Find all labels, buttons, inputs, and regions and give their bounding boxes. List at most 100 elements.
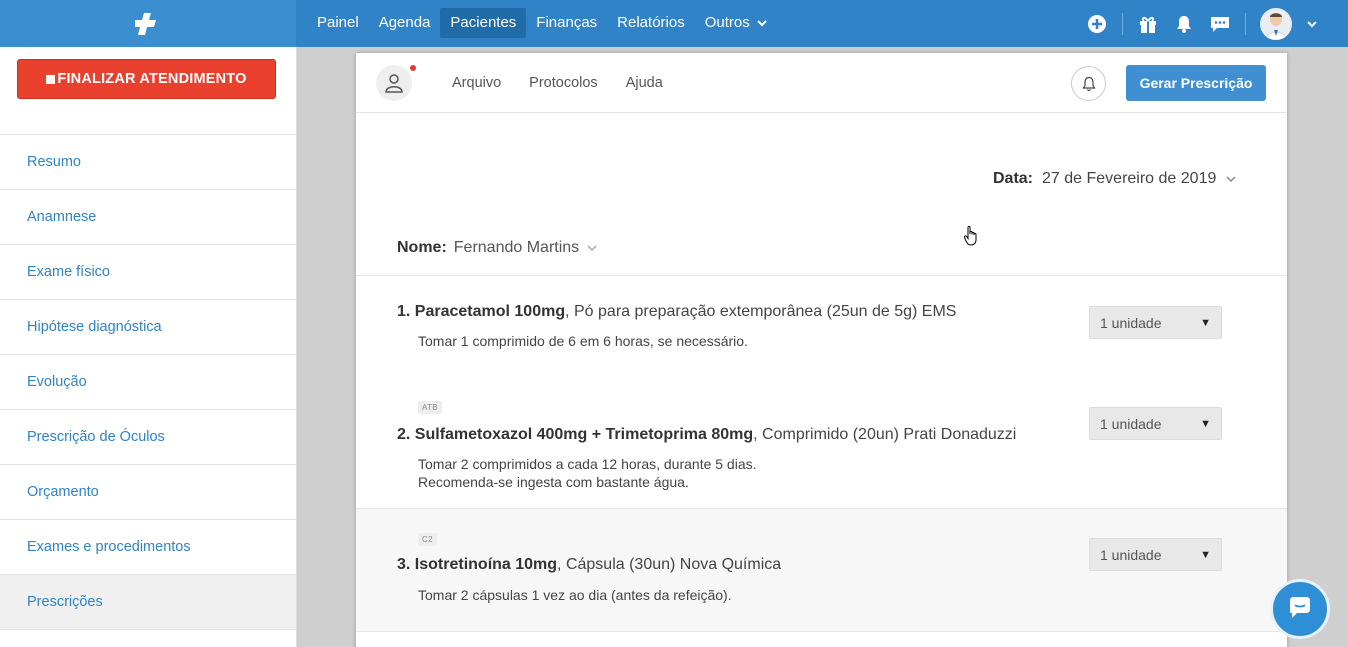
note-line: Tomar 2 cápsulas 1 vez ao dia (antes da … [418, 587, 732, 603]
nav-painel[interactable]: Painel [307, 8, 369, 38]
prescription-notes: Tomar 2 cápsulas 1 vez ao dia (antes da … [418, 586, 732, 604]
quantity-value: 1 unidade [1100, 546, 1162, 563]
nav-label: Outros [704, 14, 750, 31]
item-number: 1. [397, 303, 411, 320]
prescription-title: 2. Sulfametoxazol 400mg + Trimetoprima 8… [397, 426, 1016, 444]
divider [1245, 12, 1246, 35]
bell-icon [1177, 15, 1191, 33]
generate-prescription-button[interactable]: Gerar Prescrição [1126, 65, 1266, 101]
menu-ajuda[interactable]: Ajuda [626, 75, 663, 91]
nav-label: Pacientes [450, 14, 517, 31]
chevron-down-icon [757, 20, 767, 27]
date-selector[interactable]: Data: 27 de Fevereiro de 2019 [993, 170, 1237, 188]
menu-protocolos[interactable]: Protocolos [529, 75, 598, 91]
drug-name: Isotretinoína 10mg [414, 556, 558, 573]
stop-icon [46, 74, 56, 84]
app-logo[interactable] [0, 0, 296, 47]
sidebar-item-evolucao[interactable]: Evolução [0, 355, 296, 410]
prescription-item[interactable]: 1. Paracetamol 100mg, Pó para preparação… [356, 276, 1287, 386]
item-number: 2. [397, 426, 411, 443]
sidebar-item-label: Prescrições [27, 594, 103, 610]
name-label: Nome: [397, 239, 447, 256]
prescription-item[interactable]: C2 3. Isotretinoína 10mg, Cápsula (30un)… [356, 508, 1287, 632]
nav-label: Relatórios [617, 14, 685, 31]
nav-label: Finanças [536, 14, 598, 31]
drug-name: Sulfametoxazol 400mg + Trimetoprima 80mg [414, 426, 754, 443]
nav-label: Agenda [378, 14, 431, 31]
add-button[interactable] [1086, 13, 1108, 35]
prescription-title: 3. Isotretinoína 10mg, Cápsula (30un) No… [397, 556, 781, 574]
plus-circle-icon [1088, 14, 1106, 33]
support-chat-button[interactable] [1270, 579, 1330, 639]
sidebar-item-label: Evolução [27, 374, 87, 390]
date-label: Data: [993, 170, 1034, 187]
patient-avatar[interactable] [376, 65, 412, 101]
sidebar-item-label: Anamnese [27, 209, 97, 225]
nav-agenda[interactable]: Agenda [369, 8, 441, 38]
drug-detail: , Cápsula (30un) Nova Química [557, 556, 782, 573]
quantity-value: 1 unidade [1100, 415, 1162, 432]
sidebar-item-prescricoes[interactable]: Prescrições [0, 575, 296, 630]
gift-icon [1140, 16, 1156, 33]
chevron-down-icon[interactable] [1306, 20, 1318, 28]
date-value: 27 de Fevereiro de 2019 [1042, 170, 1217, 187]
antibiotic-badge: ATB [418, 401, 442, 414]
nav-pacientes[interactable]: Pacientes [440, 8, 527, 38]
prescription-title: 1. Paracetamol 100mg, Pó para preparação… [397, 303, 956, 321]
sidebar: FINALIZAR ATENDIMENTO Resumo Anamnese Ex… [0, 47, 297, 647]
bell-icon [1081, 76, 1096, 91]
sidebar-item-label: Exames e procedimentos [27, 539, 191, 555]
prescription-notes: Tomar 1 comprimido de 6 em 6 horas, se n… [418, 332, 748, 350]
card-notifications-button[interactable] [1071, 66, 1106, 101]
sidebar-item-prescricao-oculos[interactable]: Prescrição de Óculos [0, 410, 296, 465]
card-menu: Arquivo Protocolos Ajuda [452, 53, 663, 113]
notifications-button[interactable] [1173, 13, 1195, 35]
chevron-down-icon [587, 245, 597, 252]
sidebar-item-hipotese[interactable]: Hipótese diagnóstica [0, 300, 296, 355]
sidebar-item-label: Resumo [27, 154, 81, 170]
nav-financas[interactable]: Finanças [526, 8, 607, 38]
messages-button[interactable] [1209, 13, 1231, 35]
sidebar-item-resumo[interactable]: Resumo [0, 135, 296, 190]
note-line: Tomar 2 comprimidos a cada 12 horas, dur… [418, 456, 757, 472]
finish-label: FINALIZAR ATENDIMENTO [57, 71, 247, 87]
alert-dot [410, 65, 416, 71]
nav-relatorios[interactable]: Relatórios [607, 8, 695, 38]
hand-cursor-icon [963, 225, 977, 246]
doctor-avatar-icon [1264, 12, 1288, 40]
sidebar-item-exame-fisico[interactable]: Exame físico [0, 245, 296, 300]
nav-label: Painel [317, 14, 359, 31]
main-nav: Painel Agenda Pacientes Finanças Relatór… [307, 8, 778, 38]
quantity-select[interactable]: 1 unidade ▼ [1089, 306, 1222, 339]
generate-label: Gerar Prescrição [1139, 75, 1253, 91]
top-navbar: Painel Agenda Pacientes Finanças Relatór… [0, 0, 1348, 47]
controlled-badge: C2 [418, 533, 437, 546]
menu-arquivo[interactable]: Arquivo [452, 75, 501, 91]
drug-detail: , Pó para preparação extemporânea (25un … [565, 303, 957, 320]
card-toolbar: Arquivo Protocolos Ajuda Gerar Prescriçã… [356, 53, 1287, 113]
sidebar-item-orcamento[interactable]: Orçamento [0, 465, 296, 520]
sidebar-item-label: Prescrição de Óculos [27, 429, 165, 445]
patient-selector[interactable]: Nome: Fernando Martins [397, 239, 598, 257]
divider [1122, 12, 1123, 35]
user-icon [385, 74, 403, 93]
logo-icon [135, 12, 156, 35]
quantity-value: 1 unidade [1100, 314, 1162, 331]
user-avatar[interactable] [1260, 7, 1292, 40]
drug-name: Paracetamol 100mg [414, 303, 566, 320]
dropdown-arrow-icon: ▼ [1200, 417, 1211, 430]
top-actions [1086, 0, 1318, 47]
chat-bubble-icon [1290, 597, 1310, 618]
drug-detail: , Comprimido (20un) Prati Donaduzzi [753, 426, 1017, 443]
sidebar-item-exames[interactable]: Exames e procedimentos [0, 520, 296, 575]
sidebar-item-anamnese[interactable]: Anamnese [0, 190, 296, 245]
chat-icon [1211, 16, 1229, 32]
prescription-item[interactable]: ATB 2. Sulfametoxazol 400mg + Trimetopri… [356, 386, 1287, 508]
nav-outros[interactable]: Outros [695, 8, 778, 38]
finish-appointment-button[interactable]: FINALIZAR ATENDIMENTO [17, 59, 276, 99]
item-number: 3. [397, 556, 411, 573]
quantity-select[interactable]: 1 unidade ▼ [1089, 407, 1222, 440]
quantity-select[interactable]: 1 unidade ▼ [1089, 538, 1222, 571]
dropdown-arrow-icon: ▼ [1200, 548, 1211, 561]
gift-button[interactable] [1137, 13, 1159, 35]
